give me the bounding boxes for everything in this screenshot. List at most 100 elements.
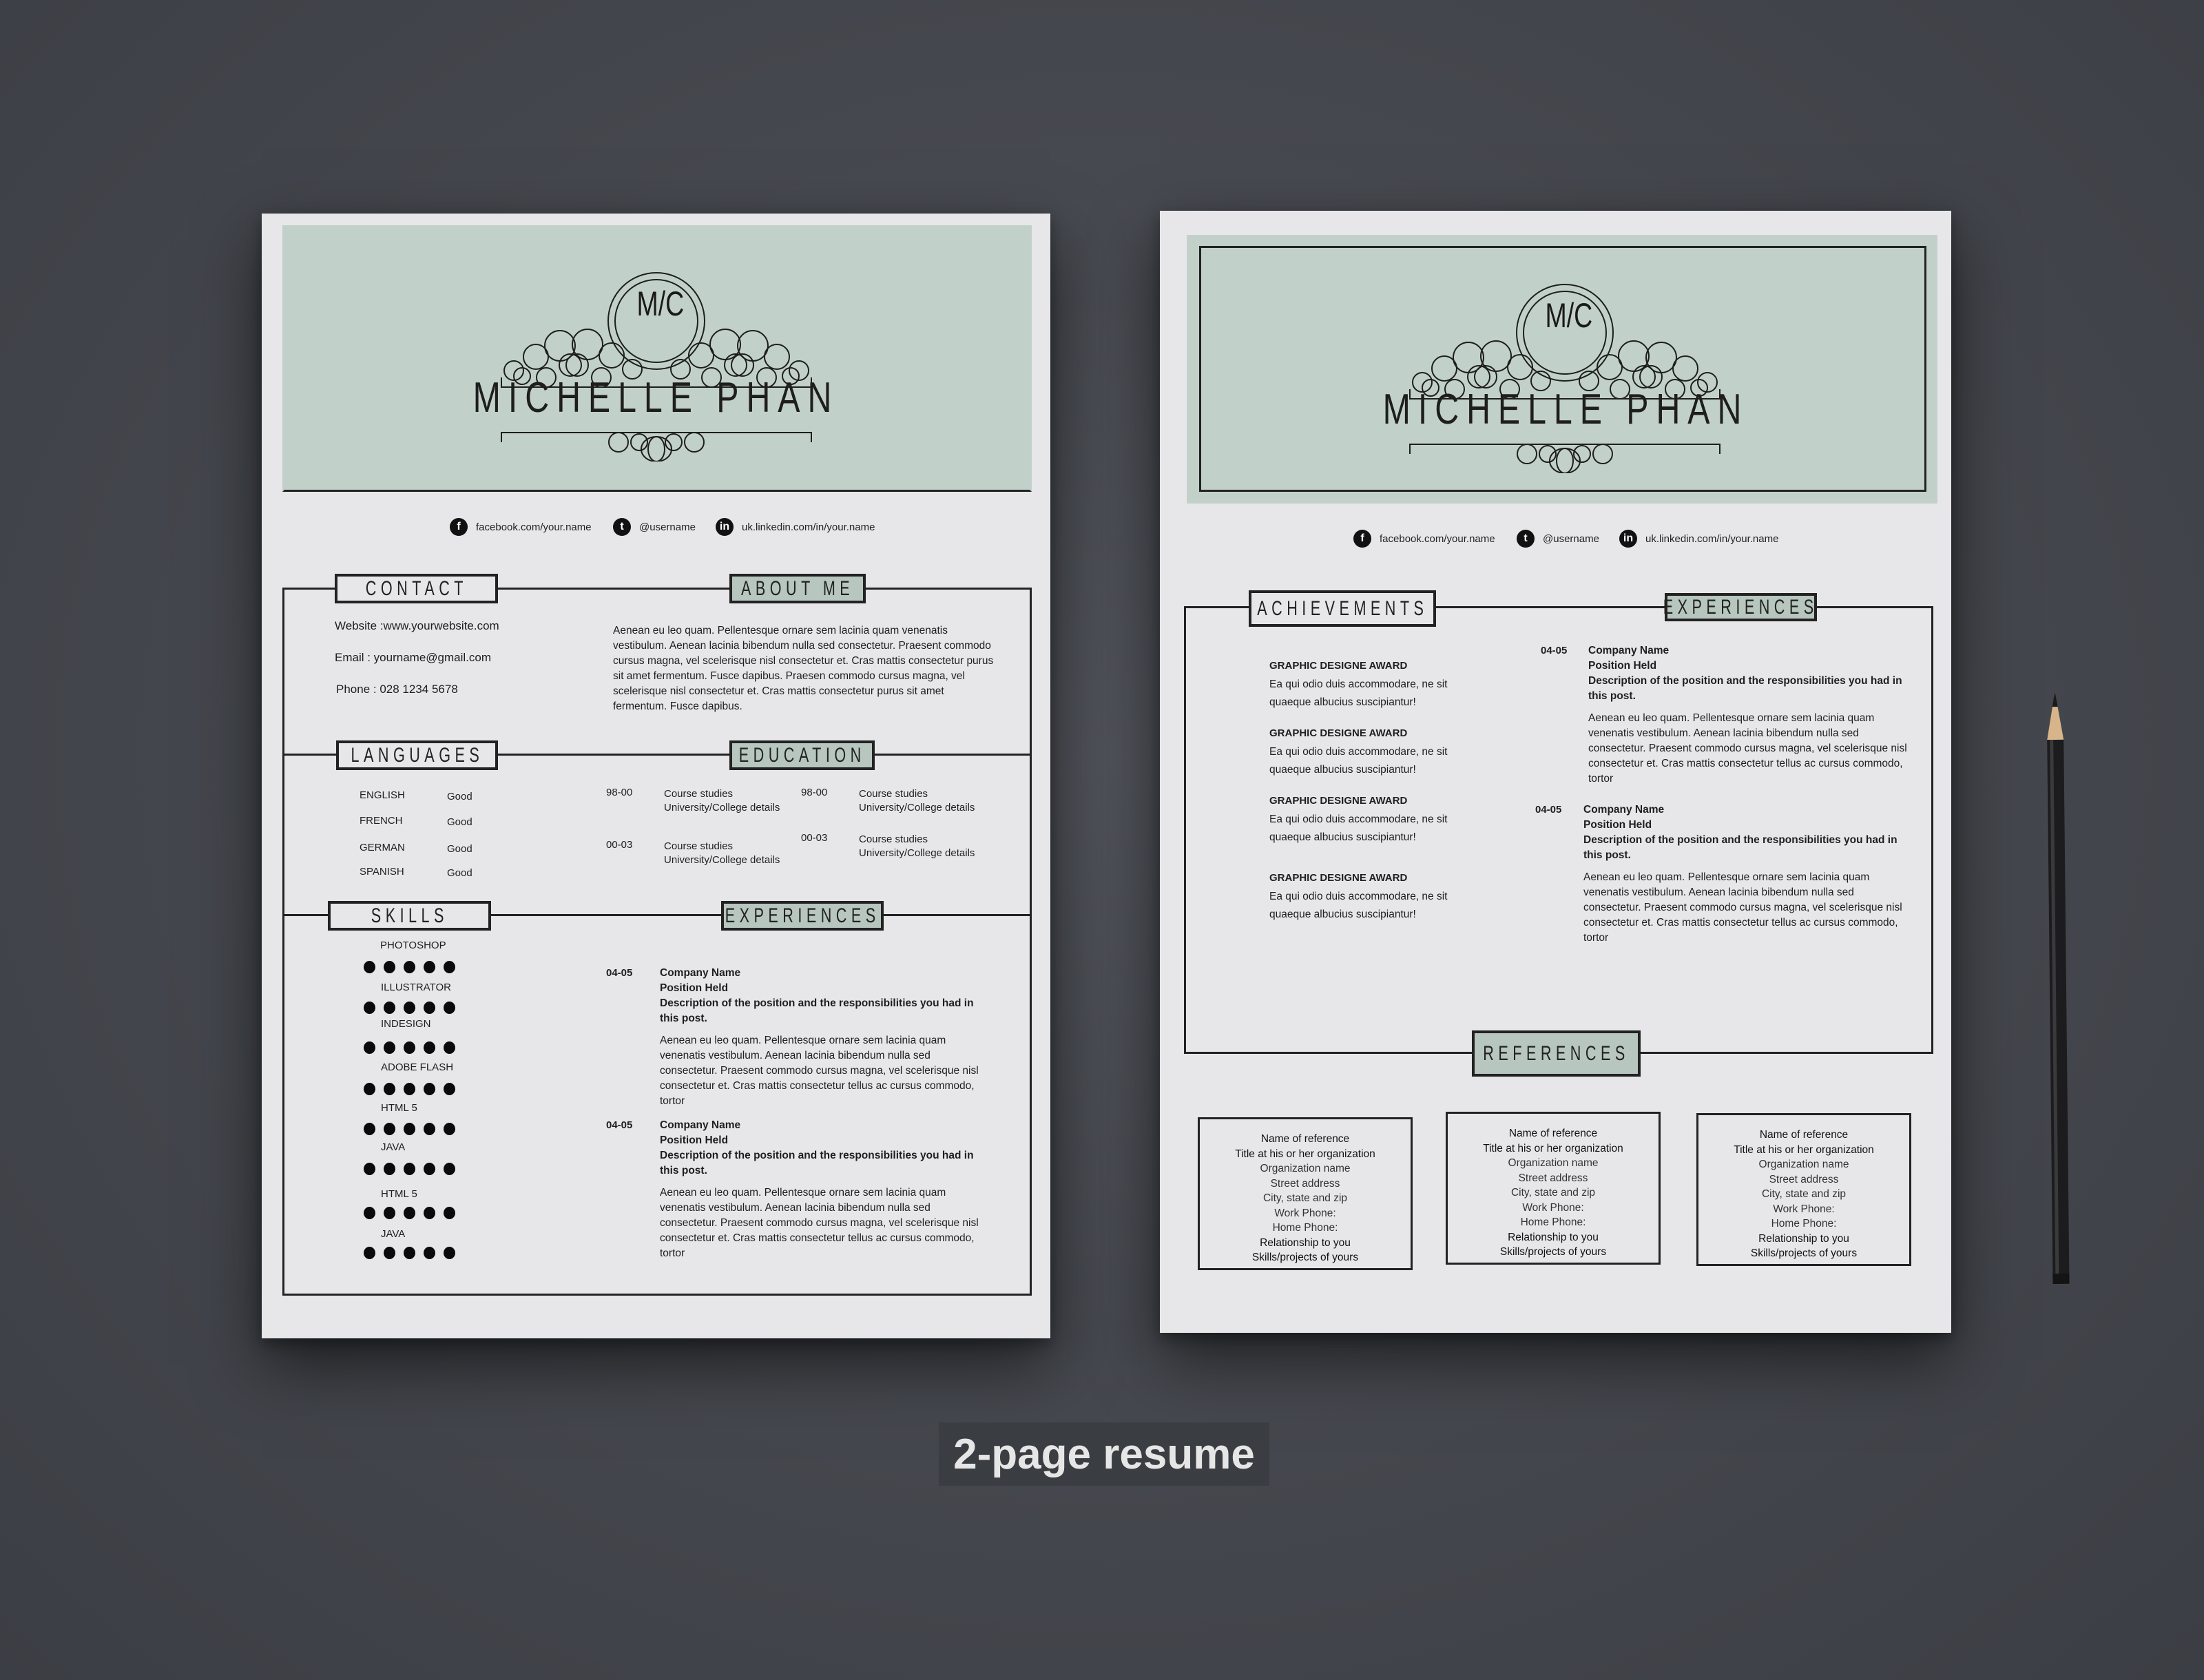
reference-line: Name of reference — [1508, 1128, 1598, 1139]
rating-dot-filled — [384, 1247, 395, 1259]
social-link-text: facebook.com/your.name — [1380, 532, 1495, 545]
reference-line: Street address — [1270, 1177, 1340, 1190]
reference-line: Name of reference — [1260, 1133, 1350, 1145]
experience-years: 04-05 — [606, 1119, 633, 1131]
social-link[interactable]: t @username — [613, 518, 696, 536]
candidate-name: MICHELLE PHAN — [1382, 386, 1749, 433]
reference-line: Relationship to you — [1260, 1236, 1351, 1249]
education-course: Course studies — [664, 840, 734, 852]
rating-dot-filled — [364, 1041, 375, 1054]
social-link-text: @username — [639, 521, 696, 533]
reference-line: Work Phone: — [1522, 1201, 1584, 1214]
rating-dot-filled — [404, 961, 415, 973]
social-link[interactable]: in uk.linkedin.com/in/your.name — [1619, 530, 1778, 548]
achievement-body: Ea qui odio duis accommodare, ne sit qua… — [1269, 678, 1448, 708]
rating-dot-filled — [404, 1123, 415, 1135]
reference-line: Organization name — [1508, 1157, 1599, 1169]
rating-dot-filled — [444, 1002, 455, 1014]
rating-dot-filled — [424, 1207, 435, 1219]
section-header-experiences: EXPERIENCES — [1663, 593, 1818, 621]
reference-line: Title at his or her organization — [1483, 1142, 1623, 1154]
education-years: 98-00 — [801, 787, 828, 798]
language-level: Good — [447, 791, 472, 802]
contact-email: Email : yourname@gmail.com — [335, 651, 491, 664]
reference-line: Name of reference — [1759, 1129, 1849, 1141]
section-header-languages: LANGUAGES — [336, 740, 498, 770]
achievement-title: GRAPHIC DESIGNE AWARD — [1269, 872, 1408, 884]
reference-line: Work Phone: — [1773, 1203, 1835, 1215]
experience-body: Aenean eu leo quam. Pellentesque ornare … — [1588, 712, 1907, 785]
reference-line: Skills/projects of yours — [1750, 1247, 1858, 1259]
section-header-references: REFERENCES — [1472, 1030, 1641, 1077]
rating-dot-filled — [424, 1041, 435, 1054]
achievement-body: Ea qui odio duis accommodare, ne sit qua… — [1269, 891, 1448, 920]
section-title: LANGUAGES — [351, 743, 484, 767]
linkedin-icon: in — [716, 518, 734, 536]
reference-line: City, state and zip — [1761, 1188, 1847, 1200]
experience-company: Company Name — [1588, 645, 1670, 656]
experience-company: Company Name — [660, 967, 741, 979]
section-header-contact: CONTACT — [335, 574, 498, 603]
reference-line: Skills/projects of yours — [1499, 1246, 1607, 1258]
section-header-about: ABOUT ME — [729, 574, 866, 603]
rating-dot-filled — [444, 1041, 455, 1054]
achievement-title: GRAPHIC DESIGNE AWARD — [1269, 795, 1408, 807]
social-link[interactable]: f facebook.com/your.name — [1353, 530, 1495, 548]
reference-line: Work Phone: — [1274, 1207, 1336, 1219]
rating-dot-filled — [364, 1247, 375, 1259]
reference-card: Name of reference Title at his or her org… — [1446, 1112, 1661, 1265]
rating-dot-filled — [364, 1207, 375, 1219]
rating-dot-filled — [424, 1123, 435, 1135]
achievement-title: GRAPHIC DESIGNE AWARD — [1269, 727, 1408, 739]
language-level: Good — [447, 843, 472, 855]
experience-description: Description of the position and the resp… — [1588, 675, 1902, 702]
resume-page-2: M/C MICHELLE PHAN f facebook.com/your.nam… — [1160, 211, 1951, 1333]
section-title: ABOUT ME — [740, 577, 855, 600]
rating-dot-filled — [404, 1207, 415, 1219]
achievement-body: Ea qui odio duis accommodare, ne sit qua… — [1269, 813, 1448, 843]
experience-position: Position Held — [660, 982, 729, 994]
reference-line: Relationship to you — [1508, 1231, 1599, 1243]
reference-card: Name of reference Title at his or her org… — [1696, 1113, 1911, 1266]
reference-line: Home Phone: — [1520, 1216, 1586, 1228]
education-institution: University/College details — [859, 847, 975, 859]
experience-position: Position Held — [1588, 660, 1657, 672]
experience-description: Description of the position and the resp… — [660, 997, 974, 1024]
language-name: SPANISH — [360, 866, 404, 878]
rating-dot-filled — [404, 1247, 415, 1259]
reference-line: Home Phone: — [1272, 1222, 1338, 1234]
experience-entry: Company Name Position Held Description of … — [660, 966, 984, 1109]
skill-rating — [364, 961, 455, 973]
social-link[interactable]: in uk.linkedin.com/in/your.name — [716, 518, 875, 536]
reference-line: Title at his or her organization — [1734, 1143, 1874, 1156]
experience-entry: Company Name Position Held Description of … — [1588, 643, 1912, 787]
skill-name: JAVA — [381, 1141, 406, 1153]
section-title: EXPERIENCES — [1663, 595, 1818, 619]
skill-rating — [364, 1247, 455, 1259]
social-link[interactable]: f facebook.com/your.name — [450, 518, 592, 536]
skill-rating — [364, 1207, 455, 1219]
skill-rating — [364, 1083, 455, 1095]
rating-dot-filled — [364, 961, 375, 973]
rating-dot-filled — [424, 1247, 435, 1259]
experience-body: Aenean eu leo quam. Pellentesque ornare … — [1583, 871, 1902, 944]
monogram-text: M/C — [636, 284, 685, 323]
section-header-education: EDUCATION — [729, 740, 875, 770]
rating-dot-filled — [384, 1163, 395, 1175]
achievement-body: Ea qui odio duis accommodare, ne sit qua… — [1269, 746, 1448, 776]
reference-line: City, state and zip — [1510, 1187, 1596, 1199]
education-course: Course studies — [859, 833, 928, 845]
skill-rating — [364, 1002, 455, 1014]
rating-dot-filled — [384, 1207, 395, 1219]
candidate-name: MICHELLE PHAN — [472, 374, 840, 422]
skill-name: JAVA — [381, 1228, 406, 1240]
skill-rating — [364, 1041, 455, 1054]
experience-years: 04-05 — [1541, 645, 1568, 656]
skill-name: HTML 5 — [381, 1188, 417, 1200]
skill-rating — [364, 1163, 455, 1175]
social-link[interactable]: t @username — [1517, 530, 1599, 548]
skill-name: ILLUSTRATOR — [381, 982, 451, 993]
education-institution: University/College details — [859, 802, 975, 813]
education-course: Course studies — [664, 788, 734, 800]
rating-dot-filled — [404, 1083, 415, 1095]
